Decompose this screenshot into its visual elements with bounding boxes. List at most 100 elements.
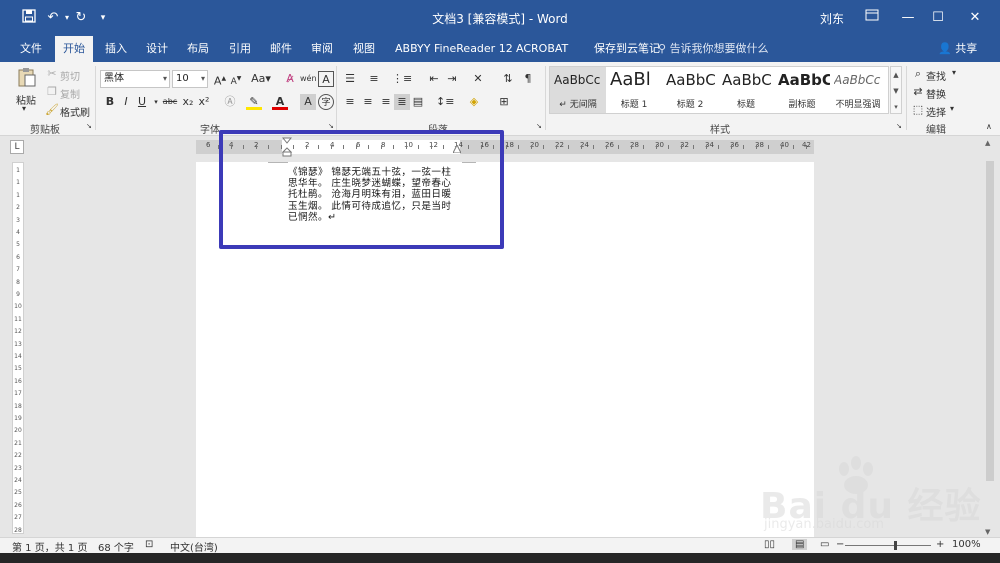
collapse-ribbon-icon[interactable]: ∧ — [986, 122, 992, 131]
line-spacing-icon[interactable]: ↕≡ — [436, 94, 454, 110]
tab-design[interactable]: 设计 — [138, 36, 176, 62]
italic-icon[interactable]: I — [118, 94, 134, 110]
vertical-ruler-number: 7 — [16, 266, 20, 274]
chinese-layout-icon[interactable]: ✕ — [470, 71, 486, 87]
style-heading-1[interactable]: AaBl 标题 1 — [606, 67, 662, 113]
ribbon-display-options-icon[interactable] — [862, 8, 882, 28]
copy-button[interactable]: 复制 — [60, 86, 80, 101]
select-dropdown-icon[interactable]: ▾ — [950, 104, 954, 113]
cut-button[interactable]: 剪切 — [60, 68, 80, 83]
style-heading-2[interactable]: AaBbC 标题 2 — [662, 67, 718, 113]
font-name-combo[interactable]: 黑体 ▾ — [100, 70, 170, 88]
vertical-ruler[interactable]: 1 1 1 2 3 4 5 6 7 8 9 10 11 12 13 14 15 16 17 18 19 20 21 22 23 2… — [12, 162, 24, 534]
minimize-icon[interactable]: — — [898, 8, 918, 28]
print-layout-icon[interactable]: ▤ — [792, 539, 808, 550]
show-hide-marks-icon[interactable]: ¶ — [520, 71, 536, 87]
style-title[interactable]: AaBbC 标题 — [718, 67, 774, 113]
clear-formatting-icon[interactable]: A̷ — [282, 71, 298, 87]
multilevel-list-icon[interactable]: ⋮≡ — [392, 71, 412, 87]
tab-file[interactable]: 文件 — [12, 36, 50, 62]
align-center-icon[interactable]: ≡ — [360, 94, 376, 110]
paste-dropdown-icon[interactable]: ▾ — [22, 104, 26, 113]
zoom-level[interactable]: 100% — [952, 539, 981, 550]
numbering-icon[interactable]: ≡ — [366, 71, 382, 87]
tell-me-search[interactable]: ⚲ 告诉我你想要做什么 — [658, 36, 769, 62]
proofing-icon[interactable]: ⊡ — [145, 539, 153, 550]
zoom-out-icon[interactable]: − — [836, 539, 844, 550]
grow-font-icon[interactable]: A▲ — [212, 71, 228, 88]
language-indicator[interactable]: 中文(台湾) — [170, 539, 218, 554]
zoom-in-icon[interactable]: + — [936, 539, 944, 550]
enclose-characters-icon[interactable]: 字 — [318, 94, 334, 110]
bold-icon[interactable]: B — [102, 94, 118, 110]
align-left-icon[interactable]: ≡ — [342, 94, 358, 110]
lightbulb-icon: ⚲ — [658, 42, 667, 55]
vertical-ruler-number: 1 — [16, 179, 20, 187]
ribbon-tabs: 文件 开始 插入 设计 布局 引用 邮件 审阅 视图 ABBYY FineRea… — [0, 36, 1000, 62]
zoom-slider[interactable] — [845, 545, 931, 546]
vertical-ruler-number: 15 — [14, 365, 22, 373]
strikethrough-icon[interactable]: abc — [162, 94, 178, 110]
style-no-spacing[interactable]: AaBbCc ↵ 无间隔 — [550, 67, 606, 113]
scroll-up-icon[interactable]: ▲ — [985, 139, 990, 147]
page-count[interactable]: 第 1 页，共 1 页 — [12, 539, 87, 554]
web-layout-icon[interactable]: ▭ — [820, 539, 829, 550]
ruler-tick — [655, 145, 657, 149]
justify-icon[interactable]: ≣ — [394, 94, 410, 110]
decrease-indent-icon[interactable]: ⇤ — [426, 71, 442, 87]
shrink-font-icon[interactable]: A▼ — [228, 71, 244, 87]
character-shading-icon[interactable]: A — [300, 94, 316, 110]
user-name[interactable]: 刘东 — [820, 10, 844, 27]
increase-indent-icon[interactable]: ⇥ — [444, 71, 460, 87]
read-mode-icon[interactable]: ▯▯ — [764, 539, 775, 550]
watermark-url: jingyan.baidu.com — [764, 517, 884, 532]
font-size-combo[interactable]: 10 ▾ — [172, 70, 208, 88]
styles-launcher-icon[interactable]: ↘ — [896, 122, 902, 130]
tab-save-to-cloud-notes[interactable]: 保存到云笔记 — [586, 36, 668, 62]
superscript-icon[interactable]: x² — [196, 94, 212, 110]
tab-home[interactable]: 开始 — [55, 36, 93, 62]
phonetic-guide-icon[interactable]: wén — [300, 71, 317, 87]
tab-references[interactable]: 引用 — [221, 36, 259, 62]
character-border-icon[interactable]: A — [318, 71, 334, 87]
clipboard-launcher-icon[interactable]: ↘ — [86, 122, 92, 130]
align-right-icon[interactable]: ≡ — [378, 94, 394, 110]
maximize-icon[interactable]: ☐ — [928, 8, 948, 28]
style-subtitle[interactable]: AaBbC 副标题 — [774, 67, 830, 113]
borders-icon[interactable]: ⊞ — [496, 94, 512, 110]
share-button[interactable]: 👤 共享 — [938, 36, 977, 62]
replace-button[interactable]: 替换 — [926, 86, 946, 101]
change-case-icon[interactable]: Aa▾ — [250, 71, 272, 87]
ruler-tick — [743, 145, 744, 149]
sort-icon[interactable]: ⇅ — [500, 71, 516, 87]
tab-selector[interactable]: L — [10, 140, 24, 154]
format-painter-button[interactable]: 格式刷 — [60, 104, 90, 119]
styles-scroll[interactable]: ▲ ▼ ▾ — [890, 66, 902, 114]
font-launcher-icon[interactable]: ↘ — [328, 122, 334, 130]
distributed-icon[interactable]: ▤ — [410, 94, 426, 110]
tab-abbyy[interactable]: ABBYY FineReader 12 — [387, 36, 521, 62]
tab-acrobat[interactable]: ACROBAT — [508, 36, 576, 62]
font-color-icon[interactable]: A — [272, 94, 288, 110]
zoom-slider-thumb[interactable] — [894, 541, 897, 550]
subscript-icon[interactable]: x₂ — [180, 94, 196, 110]
bullets-icon[interactable]: ☰ — [342, 71, 358, 87]
select-button[interactable]: 选择 — [926, 104, 946, 119]
word-count[interactable]: 68 个字 — [98, 539, 134, 554]
shading-icon[interactable]: ◈ — [466, 94, 482, 110]
tab-insert[interactable]: 插入 — [97, 36, 135, 62]
scroll-thumb[interactable] — [986, 161, 994, 481]
text-effects-icon[interactable]: Ⓐ — [222, 94, 238, 110]
highlight-color-icon[interactable]: ✎ — [246, 94, 262, 110]
tab-mailings[interactable]: 邮件 — [262, 36, 300, 62]
style-subtle-emphasis[interactable]: AaBbCc 不明显强调 — [830, 67, 886, 113]
tab-review[interactable]: 审阅 — [303, 36, 341, 62]
find-button[interactable]: 查找 — [926, 68, 946, 83]
clipboard-group-label: 剪贴板 — [30, 125, 60, 136]
find-dropdown-icon[interactable]: ▾ — [952, 68, 956, 77]
paste-icon[interactable] — [16, 66, 38, 88]
tab-view[interactable]: 视图 — [345, 36, 383, 62]
tab-layout[interactable]: 布局 — [179, 36, 217, 62]
close-icon[interactable]: ✕ — [965, 8, 985, 28]
paragraph-launcher-icon[interactable]: ↘ — [536, 122, 542, 130]
